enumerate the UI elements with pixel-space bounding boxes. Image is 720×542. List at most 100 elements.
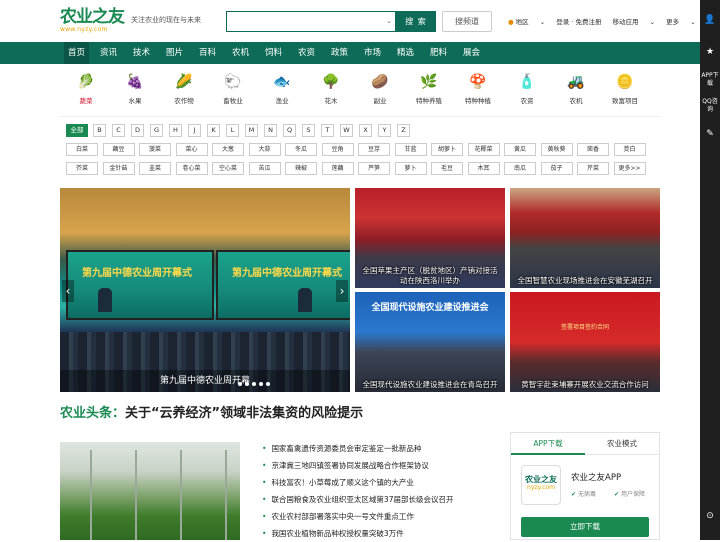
category-special-planting[interactable]: 🍄 特种种植 [454, 72, 502, 105]
news-item[interactable]: 京津冀三地四镇签署协同发展战略合作框架协议 [262, 457, 502, 474]
vegetable-tag[interactable]: 白菜 [66, 143, 98, 156]
vegetable-tag[interactable]: 苦瓜 [248, 162, 281, 175]
vegetable-tag[interactable]: 更多>> [613, 162, 646, 175]
download-now-button[interactable]: 立即下载 [521, 517, 649, 537]
letter-x[interactable]: X [359, 124, 372, 137]
vegetable-tag[interactable]: 黄瓜 [504, 143, 536, 156]
tab-app-download[interactable]: APP下载 [511, 433, 585, 455]
nav-item-expo[interactable]: 展会 [463, 42, 480, 64]
news-item[interactable]: 我国农业植物新品种权授权量突破3万件 [262, 525, 502, 542]
vegetable-tag[interactable]: 大蒜 [248, 143, 281, 156]
region-link[interactable]: ● 地区 ⌄ [508, 18, 545, 26]
nav-item-tech[interactable]: 技术 [133, 42, 150, 64]
mobile-app-link[interactable]: 移动应用 ⌄ [613, 18, 656, 26]
vegetable-tag[interactable]: 茭白 [613, 143, 646, 156]
back-to-top-icon[interactable]: ⊙ [700, 512, 720, 521]
slide-dot[interactable] [266, 382, 270, 386]
letter-c[interactable]: C [112, 124, 125, 137]
nav-item-wiki[interactable]: 百科 [199, 42, 216, 64]
login-register-link[interactable]: 登录 · 免费注册 [556, 18, 601, 26]
tab-agri-mode[interactable]: 农业模式 [585, 433, 659, 455]
site-logo[interactable]: 农业之友 www.nyzy.com [60, 8, 128, 36]
vegetable-tag[interactable]: 金针菇 [102, 162, 135, 175]
vegetable-tag[interactable]: 莲藕 [321, 162, 354, 175]
photo-caption[interactable]: 全国智慧农业现场推进会在安徽芜湖召开 [510, 274, 660, 288]
vegetable-tag[interactable]: 花椰菜 [467, 143, 500, 156]
category-fruit[interactable]: 🍇 水果 [111, 72, 159, 105]
category-fishery[interactable]: 🐟 渔业 [258, 72, 306, 105]
letter-d[interactable]: D [131, 124, 144, 137]
category-crop[interactable]: 🌽 农作物 [160, 72, 208, 105]
letter-n[interactable]: N [264, 124, 277, 137]
photo-caption[interactable]: 黄智宇赴束埔寨开展农业交流合作访问 [510, 378, 660, 392]
nav-item-policy[interactable]: 政策 [331, 42, 348, 64]
user-icon[interactable]: 👤 [700, 16, 720, 25]
slideshow-caption[interactable]: 第九届中德农业周开幕 [60, 370, 350, 392]
channel-search-button[interactable]: 搜频道 [442, 11, 492, 32]
sidebar-app-download[interactable]: APP下载 [700, 72, 720, 88]
news-photo-2[interactable]: 全国智慧农业现场推进会在安徽芜湖召开 [510, 188, 660, 288]
photo-caption[interactable]: 全国现代设施农业建设推进会在青岛召开 [355, 378, 505, 392]
vegetable-tag[interactable]: 茄子 [540, 162, 573, 175]
nav-item-featured[interactable]: 精选 [397, 42, 414, 64]
next-slide-arrow-icon[interactable]: › [336, 280, 348, 302]
news-photo-3[interactable]: 全国现代设施农业建设推进会 全国现代设施农业建设推进会在青岛召开 [355, 292, 505, 392]
letter-h[interactable]: H [169, 124, 182, 137]
vegetable-tag[interactable]: 茴香 [577, 143, 609, 156]
category-supplies[interactable]: 🧴 农资 [503, 72, 551, 105]
vegetable-tag[interactable]: 菜心 [175, 143, 208, 156]
headline[interactable]: 农业头条：关于“云养经济”领域非法集资的风险提示 [60, 402, 363, 421]
vegetable-tag[interactable]: 芦笋 [358, 162, 390, 175]
vegetable-tag[interactable]: 藕豆 [102, 143, 135, 156]
slide-dot[interactable] [259, 382, 263, 386]
letter-w[interactable]: W [340, 124, 353, 137]
vegetable-tag[interactable]: 甘蓝 [394, 143, 427, 156]
letter-l[interactable]: L [226, 124, 239, 137]
vegetable-tag[interactable]: 毛豆 [431, 162, 463, 175]
letter-g[interactable]: G [150, 124, 163, 137]
category-livestock[interactable]: 🐑 畜牧业 [209, 72, 257, 105]
letter-m[interactable]: M [245, 124, 258, 137]
prev-slide-arrow-icon[interactable]: ‹ [62, 280, 74, 302]
letter-t[interactable]: T [321, 124, 334, 137]
letter-y[interactable]: Y [378, 124, 391, 137]
vegetable-tag[interactable]: 萝卜 [394, 162, 427, 175]
vegetable-tag[interactable]: 芹菜 [577, 162, 609, 175]
category-trees[interactable]: 🌳 花木 [307, 72, 355, 105]
nav-item-images[interactable]: 图片 [166, 42, 183, 64]
photo-caption[interactable]: 全国苹果主产区（脱贫地区）产销对接活动在陕西洛川举办 [355, 264, 505, 288]
nav-item-feed[interactable]: 饲料 [265, 42, 282, 64]
search-input[interactable]: ⌄ [226, 11, 396, 32]
letter-s[interactable]: S [302, 124, 315, 137]
slide-dot[interactable] [238, 382, 242, 386]
news-item[interactable]: 科技富农！小草莓成了顺义这个镇的大产业 [262, 474, 502, 491]
nav-item-home[interactable]: 首页 [64, 42, 90, 64]
news-photo-1[interactable]: 全国苹果主产区（脱贫地区）产销对接活动在陕西洛川举办 [355, 188, 505, 288]
letter-b[interactable]: B [93, 124, 106, 137]
main-slideshow[interactable]: 第九届中德农业周开幕式 第九届中德农业周开幕式 第九届中德农业周开幕 ‹ › [60, 188, 350, 392]
vegetable-tag[interactable]: 大葱 [212, 143, 244, 156]
vegetable-tag[interactable]: 辣椒 [285, 162, 317, 175]
category-machinery[interactable]: 🚜 农机 [552, 72, 600, 105]
news-photo-4[interactable]: 签署项目签约合同 黄智宇赴束埔寨开展农业交流合作访问 [510, 292, 660, 392]
news-item[interactable]: 农业农村部部署落实中央一号文件重点工作 [262, 508, 502, 525]
headline-text[interactable]: 关于“云养经济”领域非法集资的风险提示 [125, 406, 363, 421]
vegetable-tag[interactable]: 南瓜 [504, 162, 536, 175]
news-item[interactable]: 联合国粮食及农业组织亚太区域第37届部长级会议召开 [262, 491, 502, 508]
nav-item-news[interactable]: 资讯 [100, 42, 117, 64]
chevron-down-icon[interactable]: ⌄ [386, 17, 392, 25]
star-icon[interactable]: ★ [700, 48, 720, 57]
edit-icon[interactable]: ✎ [700, 130, 720, 139]
nav-item-machinery[interactable]: 农机 [232, 42, 249, 64]
letter-j[interactable]: J [188, 124, 201, 137]
vegetable-tag[interactable]: 冬瓜 [285, 143, 317, 156]
nav-item-supplies[interactable]: 农资 [298, 42, 315, 64]
vegetable-tag[interactable]: 木耳 [467, 162, 500, 175]
vegetable-tag[interactable]: 豆芽 [358, 143, 390, 156]
search-button[interactable]: 搜 索 [396, 11, 436, 32]
letter-k[interactable]: K [207, 124, 220, 137]
vegetable-tag[interactable]: 空心菜 [212, 162, 244, 175]
vegetable-tag[interactable]: 菠菜 [139, 143, 171, 156]
nav-item-market[interactable]: 市场 [364, 42, 381, 64]
news-item[interactable]: 国家畜禽遗传资源委员会审定鉴定一批新品种 [262, 440, 502, 457]
